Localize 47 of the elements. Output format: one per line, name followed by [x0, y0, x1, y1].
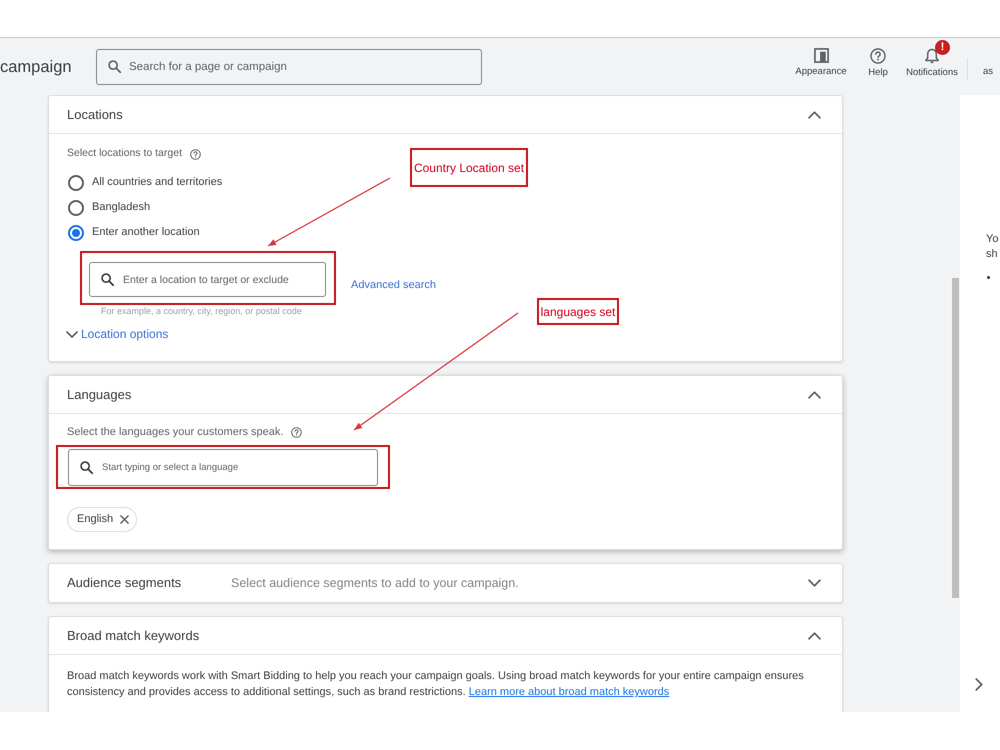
search-icon: [108, 60, 121, 72]
radio-label: Bangladesh: [92, 200, 150, 216]
section-title: Locations: [67, 106, 124, 124]
section-title: Audience segments: [67, 574, 182, 592]
learn-more-link[interactable]: Learn more about broad match keywords: [468, 686, 670, 698]
search-field[interactable]: Search for a page or campaign: [96, 48, 482, 84]
panel-text: sh: [986, 247, 998, 262]
radio-button[interactable]: [68, 200, 84, 216]
radio-button[interactable]: [68, 224, 84, 240]
chevron-down-icon: [66, 330, 78, 338]
language-search-field[interactable]: Start typing or select a language: [68, 449, 378, 486]
remove-icon[interactable]: [120, 515, 130, 524]
help-icon[interactable]: [291, 426, 302, 438]
scrollbar-thumb[interactable]: [952, 278, 959, 598]
appearance-button[interactable]: Appearance: [793, 48, 849, 78]
radio-label: All countries and territories: [92, 175, 222, 190]
help-button[interactable]: Help: [860, 48, 896, 79]
callout-label: Country Location set: [410, 148, 528, 187]
language-chip[interactable]: English: [67, 507, 138, 532]
page-title: campaign: [0, 56, 72, 76]
help-icon[interactable]: [190, 148, 201, 160]
notification-badge: !: [935, 40, 950, 55]
chevron-up-icon[interactable]: [808, 110, 821, 118]
panel-icon: [814, 48, 828, 63]
location-options-link[interactable]: Location options: [66, 326, 168, 342]
radio-label: Enter another location: [92, 225, 200, 240]
radio-button[interactable]: [68, 174, 84, 190]
account-name[interactable]: as: [983, 66, 994, 78]
search-icon: [80, 461, 93, 474]
search-icon: [101, 273, 114, 286]
chevron-right-icon[interactable]: [975, 678, 983, 691]
bell-icon: [925, 48, 939, 64]
advanced-search-link[interactable]: Advanced search: [351, 276, 436, 294]
section-title: Languages: [67, 386, 132, 404]
panel-text: Yo: [986, 232, 998, 247]
chevron-down-icon[interactable]: [808, 579, 821, 587]
section-title: Broad match keywords: [67, 626, 200, 645]
chevron-up-icon[interactable]: [808, 632, 821, 640]
chevron-up-icon[interactable]: [808, 390, 821, 398]
section-summary: Select audience segments to add to your campaign.: [231, 574, 519, 592]
callout-label: languages set: [537, 298, 619, 325]
help-icon[interactable]: [870, 48, 886, 64]
prompt-text: Select locations to target: [67, 146, 182, 162]
prompt-text: Select the languages your customers speak.: [67, 424, 284, 440]
hint-text: For example, a country, city, region, or postal code: [101, 306, 302, 317]
description-text: Broad match keywords work with Smart Bidding to help you reach your campaign goals. Using broad match keywords for your entire campaign ensures consistency and provides access to additional settings, such as brand restrictions. Learn more about broad match keywords: [67, 669, 805, 700]
location-search-field[interactable]: Enter a location to target or exclude: [89, 262, 326, 297]
